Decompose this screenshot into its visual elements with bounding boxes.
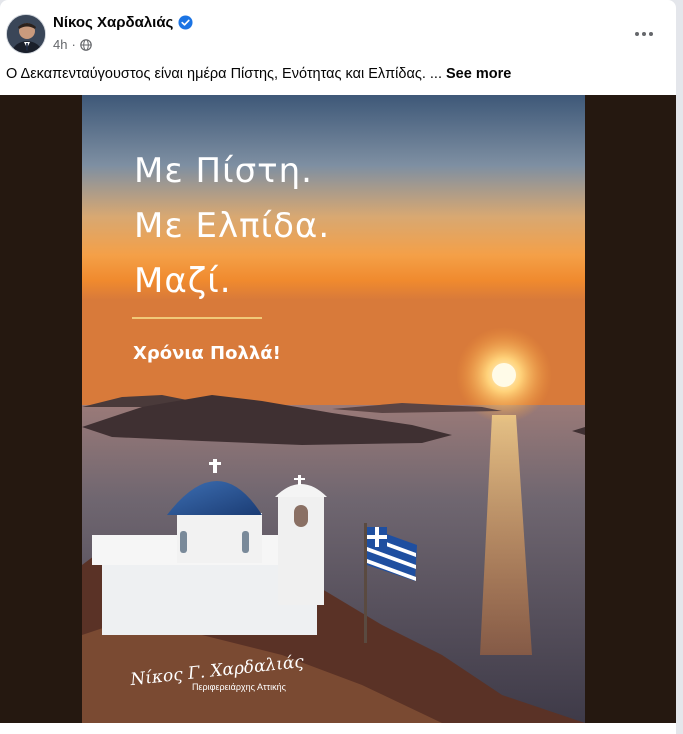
poster-line-1: Με Πίστη.	[134, 151, 313, 191]
poster-image[interactable]: Με Πίστη. Με Ελπίδα. Μαζί. Χρόνια Πολλά!…	[82, 95, 585, 723]
poster-line-3: Μαζί.	[134, 261, 232, 301]
author-avatar[interactable]	[6, 14, 46, 54]
poster-line-2: Με Ελπίδα.	[134, 206, 331, 246]
more-dot	[649, 32, 653, 36]
signature-title: Περιφερειάρχης Αττικής	[192, 682, 286, 692]
post-media[interactable]: Με Πίστη. Με Ελπίδα. Μαζί. Χρόνια Πολλά!…	[0, 95, 676, 723]
caption-text: Ο Δεκαπενταύγουστος είναι ημέρα Πίστης, …	[6, 66, 442, 82]
post-timestamp[interactable]: 4h	[53, 37, 67, 52]
meta-separator: ·	[71, 37, 76, 52]
post-footer	[0, 723, 676, 734]
more-dot	[635, 32, 639, 36]
verified-badge-icon	[178, 15, 193, 30]
globe-icon[interactable]	[80, 38, 92, 51]
author-name[interactable]: Νίκος Χαρδαλιάς	[53, 14, 173, 31]
avatar-portrait	[7, 15, 45, 53]
poster-divider	[132, 317, 262, 319]
more-options-icon[interactable]	[628, 20, 660, 48]
post-header: Νίκος Χαρδαλιάς 4h ·	[0, 0, 676, 64]
see-more-link[interactable]: See more	[446, 66, 511, 82]
post-meta: 4h ·	[53, 37, 92, 52]
author-name-row: Νίκος Χαρδαλιάς	[53, 14, 193, 31]
post-card: Νίκος Χαρδαλιάς 4h · Ο Δεκαπενταύγουστος…	[0, 0, 676, 734]
post-caption: Ο Δεκαπενταύγουστος είναι ημέρα Πίστης, …	[6, 64, 666, 84]
poster-greeting: Χρόνια Πολλά!	[133, 343, 281, 364]
more-dot	[642, 32, 646, 36]
